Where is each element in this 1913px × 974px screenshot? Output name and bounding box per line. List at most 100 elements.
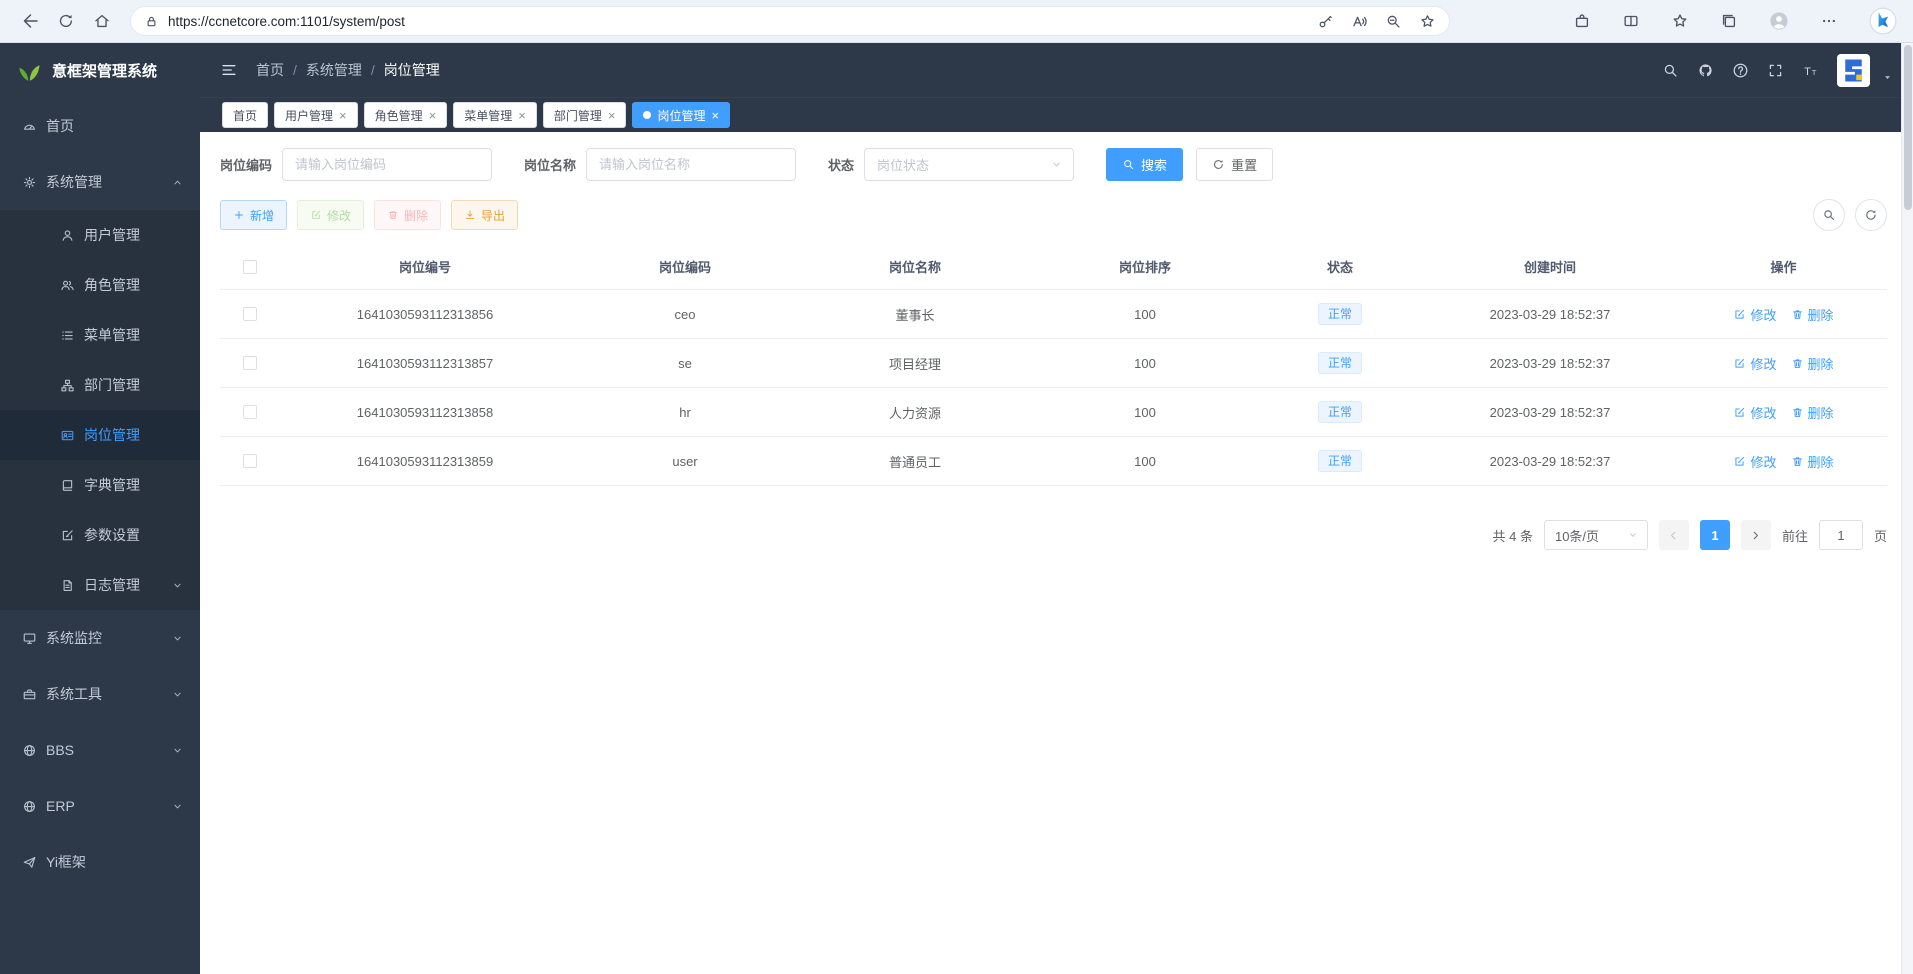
list-icon (60, 328, 75, 343)
export-button[interactable]: 导出 (451, 200, 518, 230)
post-code-input[interactable] (282, 148, 492, 181)
breadcrumb-item[interactable]: 首页 (256, 60, 284, 80)
post-name-cell: 项目经理 (800, 354, 1030, 373)
page-size-select[interactable]: 10条/页 (1544, 520, 1648, 550)
created-time-cell: 2023-03-29 18:52:37 (1420, 454, 1680, 469)
url-text[interactable]: https://ccnetcore.com:1101/system/post (168, 14, 405, 29)
sidebar-item-home[interactable]: 首页 (0, 98, 200, 154)
chevron-down-icon (171, 744, 184, 757)
row-checkbox[interactable] (243, 356, 257, 370)
edit-icon (1733, 406, 1746, 419)
table-row[interactable]: 1641030593112313859 user 普通员工 100 正常 202… (220, 437, 1887, 486)
row-edit-link[interactable]: 修改 (1733, 452, 1776, 471)
user-avatar[interactable] (1837, 54, 1870, 87)
reset-button[interactable]: 重置 (1196, 148, 1273, 181)
post-name-input[interactable] (586, 148, 796, 181)
row-delete-link[interactable]: 删除 (1791, 452, 1834, 471)
tab-home[interactable]: 首页 (222, 102, 268, 128)
search-button[interactable]: 搜索 (1106, 148, 1183, 181)
github-icon[interactable] (1697, 62, 1714, 79)
page-scrollbar[interactable] (1901, 43, 1913, 974)
edit-icon (1733, 455, 1746, 468)
breadcrumb-item[interactable]: 系统管理 (306, 60, 362, 80)
table-row[interactable]: 1641030593112313856 ceo 董事长 100 正常 2023-… (220, 290, 1887, 339)
add-button[interactable]: 新增 (220, 200, 287, 230)
row-checkbox[interactable] (243, 454, 257, 468)
tab-label: 角色管理 (375, 107, 423, 124)
address-bar[interactable]: https://ccnetcore.com:1101/system/post (130, 6, 1450, 36)
split-screen-icon[interactable] (1622, 12, 1640, 30)
edit-button[interactable]: 修改 (297, 200, 364, 230)
sidebar-item-yi-framework[interactable]: Yi框架 (0, 834, 200, 890)
extensions-icon[interactable] (1573, 12, 1591, 30)
sidebar-toggle-icon[interactable] (220, 61, 238, 79)
goto-page-input[interactable] (1819, 520, 1863, 550)
tab-post-management[interactable]: 岗位管理 × (632, 102, 730, 128)
current-page-button[interactable]: 1 (1700, 520, 1730, 550)
sidebar-item-role-management[interactable]: 角色管理 (0, 260, 200, 310)
row-delete-link[interactable]: 删除 (1791, 354, 1834, 373)
toggle-search-button[interactable] (1813, 199, 1845, 231)
sidebar-item-erp[interactable]: ERP (0, 778, 200, 834)
search-icon[interactable] (1662, 62, 1679, 79)
refresh-table-button[interactable] (1855, 199, 1887, 231)
caret-down-icon[interactable] (1882, 72, 1893, 83)
sidebar-item-post-management[interactable]: 岗位管理 (0, 410, 200, 460)
tab-user-management[interactable]: 用户管理 × (274, 102, 358, 128)
add-favorite-icon[interactable] (1419, 13, 1436, 30)
close-icon[interactable]: × (608, 109, 616, 122)
sidebar-item-dictionary-management[interactable]: 字典管理 (0, 460, 200, 510)
sidebar-item-parameter-settings[interactable]: 参数设置 (0, 510, 200, 560)
row-edit-link[interactable]: 修改 (1733, 305, 1776, 324)
sidebar-item-log-management[interactable]: 日志管理 (0, 560, 200, 610)
row-delete-link[interactable]: 删除 (1791, 403, 1834, 422)
font-size-icon[interactable] (1802, 62, 1819, 79)
favorites-icon[interactable] (1671, 12, 1689, 30)
row-checkbox[interactable] (243, 307, 257, 321)
breadcrumb: 首页 / 系统管理 / 岗位管理 (256, 60, 440, 80)
sidebar-item-menu-management[interactable]: 菜单管理 (0, 310, 200, 360)
row-edit-link[interactable]: 修改 (1733, 354, 1776, 373)
prev-page-button[interactable] (1659, 520, 1689, 550)
browser-menu-icon[interactable] (1820, 12, 1838, 30)
fullscreen-icon[interactable] (1767, 62, 1784, 79)
close-icon[interactable]: × (429, 109, 437, 122)
edit-icon (1733, 357, 1746, 370)
collections-icon[interactable] (1720, 12, 1738, 30)
table-row[interactable]: 1641030593112313857 se 项目经理 100 正常 2023-… (220, 339, 1887, 388)
tab-department-management[interactable]: 部门管理 × (543, 102, 627, 128)
sidebar-item-system-monitoring[interactable]: 系统监控 (0, 610, 200, 666)
reset-button-label: 重置 (1231, 155, 1257, 174)
zoom-icon[interactable] (1385, 13, 1402, 30)
read-aloud-icon[interactable] (1351, 13, 1368, 30)
sidebar-item-department-management[interactable]: 部门管理 (0, 360, 200, 410)
sidebar-item-bbs[interactable]: BBS (0, 722, 200, 778)
close-icon[interactable]: × (518, 109, 526, 122)
tab-role-management[interactable]: 角色管理 × (364, 102, 448, 128)
delete-button[interactable]: 删除 (374, 200, 441, 230)
status-select[interactable]: 岗位状态 (864, 148, 1074, 181)
chevron-down-icon (171, 688, 184, 701)
sidebar-item-system-tools[interactable]: 系统工具 (0, 666, 200, 722)
next-page-button[interactable] (1741, 520, 1771, 550)
help-icon[interactable] (1732, 62, 1749, 79)
table-row[interactable]: 1641030593112313858 hr 人力资源 100 正常 2023-… (220, 388, 1887, 437)
page-content: 岗位编码 岗位名称 状态 岗位状态 搜索 (200, 132, 1913, 974)
copilot-bing-icon[interactable] (1869, 7, 1897, 35)
sidebar-item-system-management[interactable]: 系统管理 (0, 154, 200, 210)
browser-chrome: https://ccnetcore.com:1101/system/post (0, 0, 1913, 43)
row-edit-link[interactable]: 修改 (1733, 403, 1776, 422)
close-icon[interactable]: × (711, 109, 719, 122)
scrollbar-thumb[interactable] (1904, 45, 1912, 210)
tab-menu-management[interactable]: 菜单管理 × (453, 102, 537, 128)
close-icon[interactable]: × (339, 109, 347, 122)
select-all-checkbox[interactable] (243, 260, 257, 274)
sidebar-item-user-management[interactable]: 用户管理 (0, 210, 200, 260)
row-delete-link[interactable]: 删除 (1791, 305, 1834, 324)
password-key-icon[interactable] (1317, 13, 1334, 30)
browser-profile-avatar[interactable] (1769, 11, 1789, 31)
browser-home-button[interactable] (84, 4, 120, 38)
browser-back-button[interactable] (12, 4, 48, 38)
browser-refresh-button[interactable] (48, 4, 84, 38)
row-checkbox[interactable] (243, 405, 257, 419)
